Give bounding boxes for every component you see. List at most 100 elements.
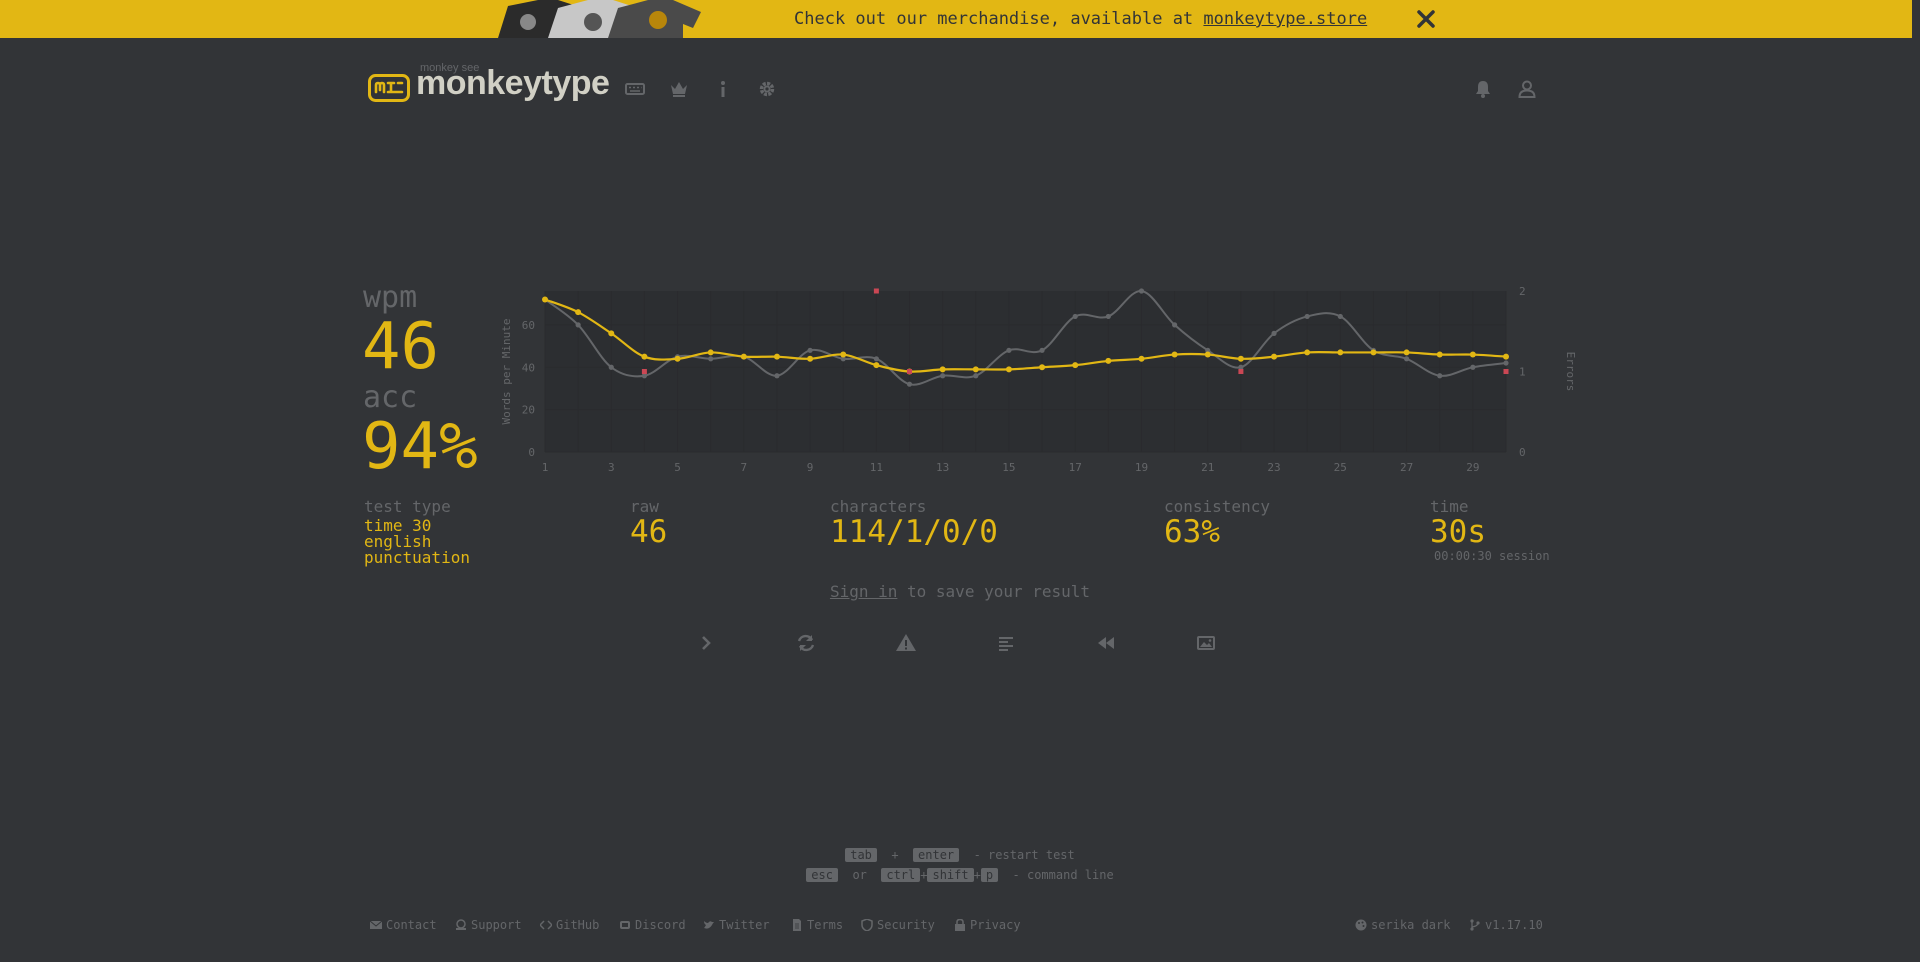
chart-point-wpm	[1503, 353, 1509, 360]
chart-error-marker	[873, 288, 879, 294]
screenshot-button[interactable]	[1194, 632, 1218, 654]
chart-x-tick-label: 1	[542, 461, 549, 474]
sign-in-prompt: Sign in to save your result	[0, 582, 1920, 601]
footer-privacy-label: Privacy	[970, 918, 1021, 932]
time-value: 30s	[1430, 514, 1486, 550]
chart-point-raw	[1039, 347, 1045, 353]
words-history-button[interactable]	[994, 632, 1018, 654]
chart-point-raw	[1138, 288, 1145, 294]
envelope-icon	[370, 920, 382, 929]
chart-x-tick-label: 3	[608, 461, 615, 474]
raw-value: 46	[630, 514, 668, 550]
key-ctrl: ctrl	[881, 868, 921, 882]
chart-point-wpm	[1005, 366, 1012, 373]
chart-point-raw	[940, 373, 946, 379]
chart-point-wpm	[773, 353, 780, 360]
restart-shortcut-text: - restart test	[973, 848, 1075, 862]
chart-point-raw	[1271, 330, 1277, 336]
chart-error-marker	[1503, 369, 1509, 374]
chart-x-tick-label: 7	[741, 461, 748, 474]
chart-point-wpm	[1436, 351, 1443, 358]
sign-in-link[interactable]: Sign in	[830, 582, 897, 601]
footer-theme-label: serika dark	[1371, 918, 1451, 932]
chart-point-raw	[608, 364, 614, 370]
chart-point-wpm	[1304, 349, 1311, 356]
footer-discord[interactable]: Discord	[619, 918, 686, 932]
chart-x-tick-label: 19	[1135, 461, 1148, 474]
footer-privacy[interactable]: Privacy	[954, 918, 1021, 932]
chart-point-wpm	[1105, 357, 1112, 364]
chart-point-raw	[1403, 356, 1410, 362]
key-shift: shift	[927, 868, 974, 882]
replay-button[interactable]	[1094, 632, 1118, 654]
footer-contact-label: Contact	[386, 918, 437, 932]
footer-contact[interactable]: Contact	[370, 918, 437, 932]
chart-point-raw	[575, 322, 581, 328]
sign-in-text: to save your result	[907, 582, 1091, 601]
chart-y-tick-label: 20	[522, 404, 535, 417]
test-type-label: test type	[364, 497, 451, 516]
warning-icon[interactable]	[894, 632, 918, 654]
characters-value: 114/1/0/0	[830, 514, 998, 550]
footer-support[interactable]: Support	[455, 918, 522, 932]
chart-point-raw	[1503, 360, 1509, 366]
restart-shortcut: tab + enter - restart test	[0, 848, 1920, 862]
file-icon	[793, 919, 801, 931]
chart-error-marker	[1238, 369, 1244, 374]
test-type-punctuation: punctuation	[364, 548, 470, 567]
chart-point-wpm	[1204, 351, 1211, 358]
restart-test-button[interactable]	[794, 632, 818, 654]
chart-x-tick-label: 23	[1267, 461, 1280, 474]
chart-point-raw	[873, 356, 879, 362]
lock-icon	[955, 919, 965, 931]
chart-point-wpm	[707, 349, 714, 356]
chart-plot-area	[545, 291, 1506, 452]
chart-point-raw	[1337, 313, 1343, 320]
footer-support-label: Support	[471, 918, 522, 932]
next-test-button[interactable]	[694, 632, 718, 654]
shield-icon	[861, 919, 873, 931]
wpm-chart: 02040600121 3 5 7 9 11 13 15 17 19 21 23 25 27 29Words…	[500, 285, 1577, 474]
footer-terms[interactable]: Terms	[791, 918, 843, 932]
palette-icon	[1355, 919, 1367, 931]
chart-point-wpm	[972, 366, 979, 373]
twitter-icon	[704, 921, 714, 929]
chart-y2-axis-title: Errors	[1564, 352, 1577, 392]
code-icon	[540, 920, 552, 930]
chart-point-raw	[1304, 313, 1310, 320]
footer-version[interactable]: v1.17.10	[1469, 918, 1543, 932]
command-line-shortcut: esc or ctrl + shift + p - command line	[0, 868, 1920, 882]
chart-x-tick-label: 17	[1069, 461, 1082, 474]
chart-point-wpm	[1271, 353, 1278, 360]
chart-x-tick-label: 27	[1400, 461, 1413, 474]
footer-security[interactable]: Security	[861, 918, 935, 932]
chart-point-raw	[1072, 313, 1078, 320]
chart-x-tick-label: 11	[870, 461, 883, 474]
chart-point-raw	[807, 347, 813, 353]
chart-x-tick-label: 9	[807, 461, 814, 474]
footer-twitter[interactable]: Twitter	[703, 918, 770, 932]
chart-y-tick-label: 40	[522, 361, 535, 374]
chart-y2-tick-label: 0	[1519, 446, 1526, 459]
chart-point-wpm	[807, 355, 814, 362]
chart-x-tick-label: 21	[1201, 461, 1214, 474]
chart-point-raw	[1437, 373, 1443, 379]
shortcut-or: or	[852, 868, 867, 882]
chart-point-wpm	[1469, 351, 1476, 358]
chart-x-tick-label: 5	[674, 461, 681, 474]
footer-discord-label: Discord	[635, 918, 686, 932]
chart-point-wpm	[873, 362, 880, 369]
discord-icon	[620, 921, 630, 929]
consistency-value: 63%	[1164, 514, 1220, 550]
chart-point-raw	[1006, 347, 1012, 353]
chart-point-wpm	[542, 296, 548, 303]
chart-point-raw	[1105, 313, 1111, 320]
donate-icon	[456, 919, 466, 930]
footer-github[interactable]: GitHub	[540, 918, 599, 932]
chart-point-wpm	[1403, 349, 1410, 356]
key-esc: esc	[806, 868, 838, 882]
chart-point-raw	[1172, 322, 1178, 328]
key-tab: tab	[845, 848, 877, 862]
footer-theme[interactable]: serika dark	[1355, 918, 1450, 932]
footer-version-label: v1.17.10	[1485, 918, 1543, 932]
